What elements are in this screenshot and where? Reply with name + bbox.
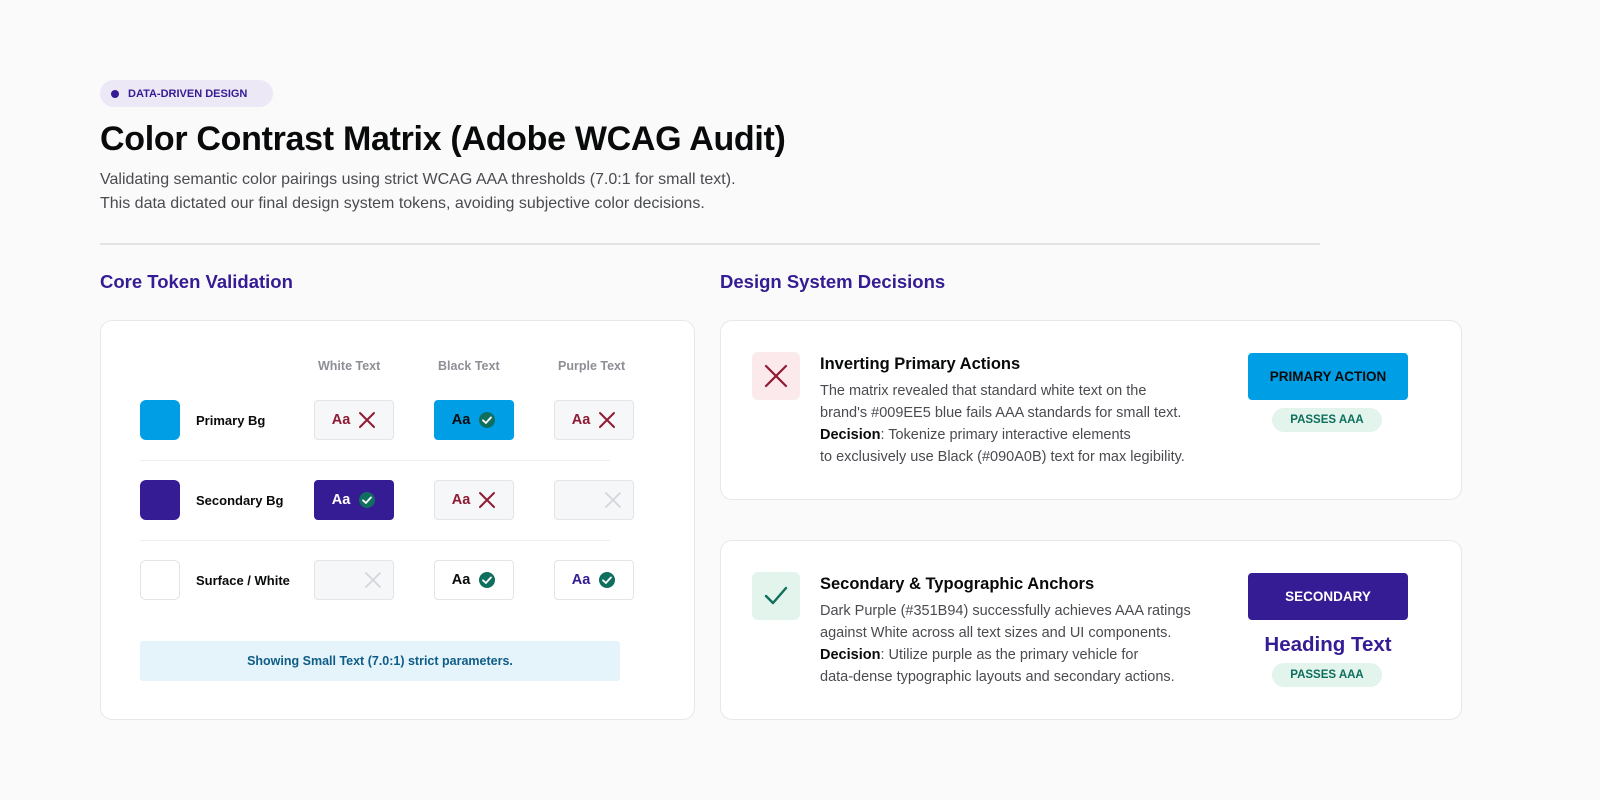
contrast-cell-na	[314, 560, 394, 600]
page-title: Color Contrast Matrix (Adobe WCAG Audit)	[100, 120, 786, 158]
pass-check-icon	[598, 571, 616, 589]
decision-body: The matrix revealed that standard white …	[820, 383, 1185, 465]
sample-text: Aa	[451, 412, 471, 428]
tag-dot-icon	[111, 89, 119, 98]
decision-body: Dark Purple (#351B94) successfully achie…	[820, 603, 1191, 685]
contrast-cell-fail: Aa	[554, 400, 634, 440]
column-header-black-text: Black Text	[438, 359, 500, 373]
check-icon	[752, 572, 800, 620]
sample-text: Aa	[571, 412, 591, 428]
subtitle-line-1: Validating semantic color pairings using…	[100, 171, 736, 188]
color-swatch	[140, 560, 180, 600]
fail-x-icon	[478, 491, 496, 509]
fail-x-icon	[358, 411, 376, 429]
pass-check-icon	[478, 571, 496, 589]
decisions-section-title: Design System Decisions	[720, 271, 946, 292]
category-tag: DATA-DRIVEN DESIGN	[100, 80, 274, 107]
pass-check-icon	[358, 491, 376, 509]
row-divider	[140, 460, 610, 461]
row-label: Secondary Bg	[196, 493, 284, 508]
primary-action-button[interactable]: PRIMARY ACTION	[1248, 353, 1408, 400]
sample-text: Aa	[331, 492, 351, 508]
decision-title: Inverting Primary Actions	[820, 355, 1021, 373]
decision-label: Decision	[820, 427, 881, 443]
tag-label: DATA-DRIVEN DESIGN	[128, 87, 248, 100]
secondary-button[interactable]: SECONDARY	[1248, 573, 1408, 620]
pass-check-icon	[478, 411, 496, 429]
passes-aaa-badge: PASSES AAA	[1272, 408, 1382, 432]
sample-text: Aa	[331, 412, 351, 428]
matrix-note: Showing Small Text (7.0:1) strict parame…	[140, 641, 620, 681]
contrast-cell-na	[554, 480, 634, 520]
sample-text: Aa	[451, 572, 471, 588]
row-label: Primary Bg	[196, 413, 266, 428]
heading-text-sample: Heading Text	[1264, 633, 1392, 656]
row-divider	[140, 540, 610, 541]
matrix-row: Secondary Bg Aa Aa	[140, 479, 634, 521]
subtitle-line-2: This data dictated our final design syst…	[100, 195, 705, 212]
fail-x-icon	[598, 411, 616, 429]
decision-card-secondary: Secondary & Typographic Anchors Dark Pur…	[720, 540, 1462, 720]
page-subtitle: Validating semantic color pairings using…	[100, 168, 1462, 216]
decision-title: Secondary & Typographic Anchors	[820, 575, 1095, 593]
page: DATA-DRIVEN DESIGN Color Contrast Matrix…	[100, 80, 1462, 245]
close-icon	[752, 352, 800, 400]
decision-label: Decision	[820, 647, 881, 663]
column-header-purple-text: Purple Text	[558, 359, 626, 373]
not-applicable-x-icon	[364, 571, 382, 589]
sample-text: Aa	[451, 492, 471, 508]
contrast-cell-pass: Aa	[434, 560, 514, 600]
contrast-cell-pass: Aa	[314, 480, 394, 520]
sample-text: Aa	[571, 572, 591, 588]
color-swatch	[140, 400, 180, 440]
matrix-row: Primary Bg Aa Aa Aa	[140, 399, 634, 441]
contrast-cell-fail: Aa	[434, 480, 514, 520]
contrast-cell-pass: Aa	[434, 400, 514, 440]
decision-card-primary: Inverting Primary Actions The matrix rev…	[720, 320, 1462, 500]
not-applicable-x-icon	[604, 491, 622, 509]
column-header-white-text: White Text	[318, 359, 381, 373]
matrix-section-title: Core Token Validation	[100, 271, 293, 292]
header-divider	[100, 243, 1320, 245]
contrast-matrix-card: White Text Black Text Purple Text Primar…	[100, 320, 695, 720]
color-swatch	[140, 480, 180, 520]
matrix-row: Surface / White Aa Aa	[140, 559, 634, 601]
contrast-cell-fail: Aa	[314, 400, 394, 440]
passes-aaa-badge: PASSES AAA	[1272, 663, 1382, 687]
row-label: Surface / White	[196, 573, 290, 588]
contrast-cell-pass: Aa	[554, 560, 634, 600]
